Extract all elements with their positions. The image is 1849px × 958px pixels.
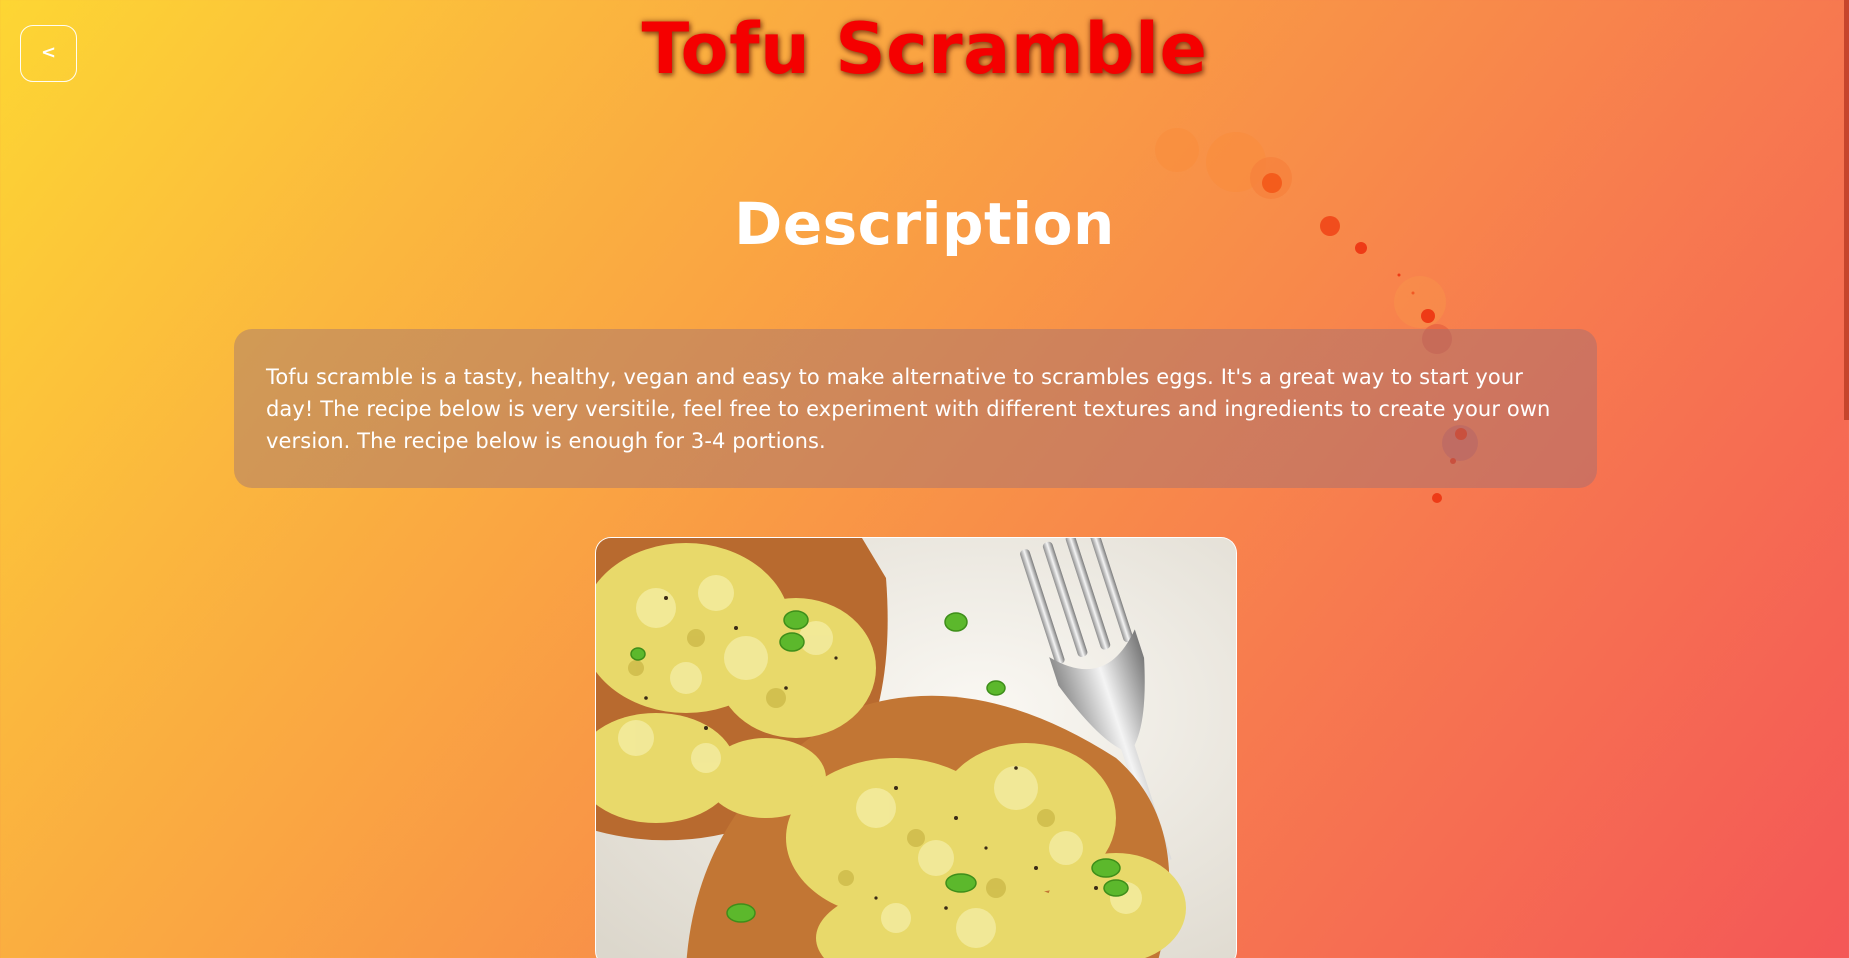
description-card: Tofu scramble is a tasty, healthy, vegan… [234, 329, 1597, 488]
scrollbar-thumb[interactable] [1844, 0, 1849, 420]
page-title: Tofu Scramble [641, 8, 1208, 90]
description-heading: Description [734, 190, 1115, 258]
description-text: Tofu scramble is a tasty, healthy, vegan… [266, 365, 1551, 453]
food-illustration [596, 538, 1236, 958]
tofu-scramble-photo [595, 537, 1237, 958]
